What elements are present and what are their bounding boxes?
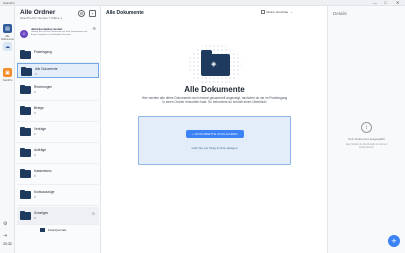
folder-icon xyxy=(20,49,31,59)
folder-icon xyxy=(20,105,31,115)
details-panel: Details i Kein Dokument ausgewählt Hier … xyxy=(328,6,405,253)
rail-label-scanpro: ScanPro xyxy=(2,79,13,82)
view-dropdown[interactable]: Kleine Vorschau ⌄ xyxy=(261,10,293,14)
folder-icon xyxy=(20,168,31,178)
folder-panel-subtitle: ScanPro Pro Version 7 Plätze 1 xyxy=(20,16,63,20)
settings-icon[interactable]: ⚙ xyxy=(3,221,7,227)
app-window: ScanPro — □ ✕ ▤ Alle Dokumente ☁ ▣ ScanP… xyxy=(0,0,405,253)
folder-panel: Alle Ordner ScanPro Pro Version 7 Plätze… xyxy=(15,6,101,253)
promo-avatar-icon: ☺ xyxy=(20,30,28,38)
promo-settings-icon[interactable]: ⚙ xyxy=(92,26,96,31)
folder-item-kontoauszuege[interactable]: Kontoauszüge 0 xyxy=(17,186,99,206)
folder-count: 0 xyxy=(34,132,36,136)
subfolder-finanzjournale[interactable]: Finanzjournale xyxy=(40,228,67,233)
folder-name: Belege xyxy=(34,106,44,110)
details-title: Details xyxy=(333,11,347,16)
folder-count: 0 xyxy=(34,111,36,115)
folder-count: 0 xyxy=(35,72,37,76)
folder-count: 0 xyxy=(34,216,36,220)
drop-hint: oder hier per Drag & Drop ablegen xyxy=(191,146,238,150)
cloud-icon[interactable]: ☁ xyxy=(3,42,12,51)
folder-item-belege[interactable]: Belege 0 xyxy=(17,102,99,122)
document-icon[interactable]: ▤ xyxy=(3,24,12,33)
folder-icon xyxy=(20,147,31,157)
folder-icon xyxy=(20,84,31,94)
details-hint: Hier findest du die Details zu deinen Do… xyxy=(345,143,388,150)
folder-item-alle-dokumente[interactable]: Alle Dokumente 0 xyxy=(17,63,99,78)
main-content: Alle Dokumente Kleine Vorschau ⌄ ◈ Alle … xyxy=(101,6,328,253)
promo-text: Greifen Sie auf Ihre Dokumente mit Ihrer… xyxy=(31,31,88,36)
folder-count: 0 xyxy=(34,195,36,199)
folder-name: Kassenbons xyxy=(34,169,52,173)
folder-icon xyxy=(20,189,31,199)
import-button[interactable]: + DOKUMENTE HOCHLADEN xyxy=(186,130,244,138)
folder-name: Kontoauszüge xyxy=(34,190,55,194)
new-folder-icon[interactable]: + xyxy=(89,10,96,17)
folder-name: Sonstiges xyxy=(34,211,48,215)
details-empty-text: Kein Dokument ausgewählt xyxy=(348,137,385,141)
folder-name: Aufträge xyxy=(34,148,47,152)
folder-icon xyxy=(21,66,32,76)
clock-text: 20:32 xyxy=(3,242,12,246)
checkbox-icon xyxy=(261,10,265,14)
layers-icon: ◈ xyxy=(211,61,217,68)
empty-state-illustration: ◈ xyxy=(188,44,242,86)
folder-item-rechnungen[interactable]: Rechnungen 0 xyxy=(17,81,99,101)
page-title: Alle Dokumente xyxy=(106,10,144,16)
folder-item-auftraege[interactable]: Aufträge 0 xyxy=(17,144,99,164)
info-icon: i xyxy=(361,122,372,133)
folder-item-posteingang[interactable]: Posteingang xyxy=(17,46,99,63)
folder-count: 0 xyxy=(34,174,36,178)
folder-name: Rechnungen xyxy=(34,85,53,89)
folder-item-vertraege[interactable]: Verträge 0 xyxy=(17,123,99,143)
folder-icon xyxy=(20,210,31,220)
empty-state-title: Alle Dokumente xyxy=(184,85,245,94)
settings-gear-icon[interactable]: ⚙ xyxy=(78,10,85,17)
folder-count: 0 xyxy=(34,90,36,94)
folder-name: Posteingang xyxy=(34,50,52,54)
view-dropdown-label: Kleine Vorschau xyxy=(266,10,289,14)
chevron-down-icon: ⌄ xyxy=(290,10,293,14)
scanpro-icon[interactable]: ▣ xyxy=(3,68,12,77)
navigation-rail: ▤ Alle Dokumente ☁ ▣ ScanPro ⚙ ⇥ 20:32 xyxy=(0,6,15,253)
folder-count: 0 xyxy=(34,153,36,157)
folder-name: Verträge xyxy=(34,127,47,131)
rail-label-documents: Alle Dokumente xyxy=(1,35,14,41)
expand-icon[interactable]: ⊙ xyxy=(92,211,95,216)
folder-icon xyxy=(20,126,31,136)
folder-name: Alle Dokumente xyxy=(35,67,58,71)
folder-icon: ◈ xyxy=(201,50,230,76)
folder-panel-title: Alle Ordner xyxy=(20,9,56,16)
folder-item-kassenbons[interactable]: Kassenbons 0 xyxy=(17,165,99,185)
import-button-label: DOKUMENTE HOCHLADEN xyxy=(195,132,238,136)
folder-icon xyxy=(40,228,45,233)
trial-promo[interactable]: ☺ Jetzt kostenlos testen Greifen Sie auf… xyxy=(18,23,98,45)
subfolder-name: Finanzjournale xyxy=(48,228,67,232)
empty-state-description: Hier werden alle deine Dokumente noch ei… xyxy=(141,96,288,105)
folder-item-sonstiges[interactable]: Sonstiges 0 ⊙ xyxy=(17,207,99,225)
logout-icon[interactable]: ⇥ xyxy=(3,233,7,239)
drop-zone[interactable]: + DOKUMENTE HOCHLADEN oder hier per Drag… xyxy=(138,116,291,165)
add-button[interactable]: + xyxy=(388,235,400,247)
